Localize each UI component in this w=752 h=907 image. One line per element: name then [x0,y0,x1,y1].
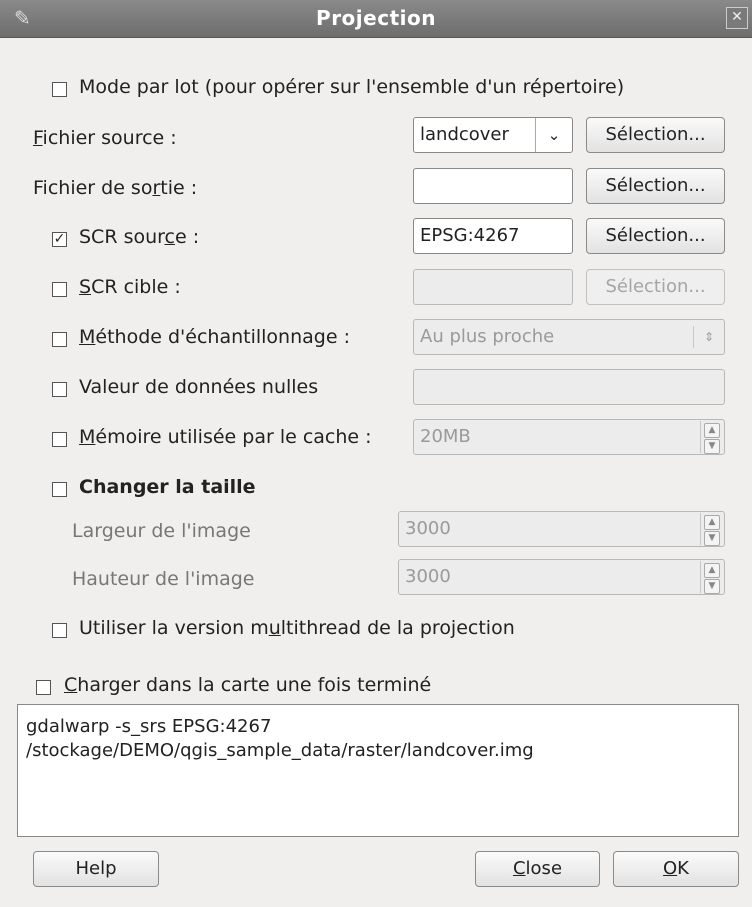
source-file-select-button[interactable]: Sélection... [586,117,725,153]
spin-down-icon[interactable]: ▼ [704,579,720,594]
output-file-input[interactable] [413,168,573,204]
width-value: 3000 [405,518,451,539]
width-spinbox[interactable]: 3000 ▲ ▼ [398,511,725,547]
target-crs-label: SCR cible : [79,276,181,298]
resampling-select[interactable]: Au plus proche ⇕ [413,319,725,355]
chevron-down-icon[interactable]: ⌄ [535,118,572,152]
target-crs-checkbox[interactable] [52,282,67,297]
title-bar: ✎ Projection ✕ [0,0,752,38]
output-file-select-button[interactable]: Sélection... [586,168,725,204]
resize-checkbox[interactable] [52,482,67,497]
spin-up-icon[interactable]: ▲ [704,423,720,438]
batch-mode-checkbox[interactable] [52,82,67,97]
nodata-input[interactable] [413,369,725,405]
target-crs-select-button[interactable]: Sélection... [586,269,725,305]
ok-button[interactable]: OK [613,851,739,887]
help-button[interactable]: Help [33,851,159,887]
nodata-label: Valeur de données nulles [79,376,319,398]
command-textarea[interactable]: gdalwarp -s_srs EPSG:4267 /stockage/DEMO… [17,704,739,837]
command-line-2: /stockage/DEMO/qgis_sample_data/raster/l… [26,740,534,761]
width-label: Largeur de l'image [72,520,251,542]
load-map-checkbox[interactable] [36,680,51,695]
command-line-1: gdalwarp -s_srs EPSG:4267 [26,716,272,737]
target-crs-input[interactable] [413,269,573,305]
resampling-value: Au plus proche [420,326,555,347]
height-value: 3000 [405,566,451,587]
load-map-label: Charger dans la carte une fois terminé [64,674,432,696]
close-button[interactable]: Close [475,851,600,887]
height-spinbox[interactable]: 3000 ▲ ▼ [398,559,725,595]
source-file-value: landcover [420,124,509,145]
multithread-checkbox[interactable] [52,623,67,638]
resize-label: Changer la taille [79,476,256,498]
source-crs-label: SCR source : [79,226,200,248]
height-label: Hauteur de l'image [72,568,255,590]
cache-spin-buttons[interactable]: ▲ ▼ [700,421,723,454]
cache-label: Mémoire utilisée par le cache : [79,426,372,448]
spin-up-icon[interactable]: ▲ [704,515,720,530]
spin-up-icon[interactable]: ▲ [704,563,720,578]
source-file-label: Fichier source : [33,127,177,149]
spin-down-icon[interactable]: ▼ [704,531,720,546]
spin-down-icon[interactable]: ▼ [704,439,720,454]
source-crs-checkbox[interactable]: ✓ [52,232,67,247]
updown-chevron-icon: ⇕ [693,326,724,348]
window-close-icon[interactable]: ✕ [726,7,748,29]
cache-checkbox[interactable] [52,432,67,447]
resampling-checkbox[interactable] [52,332,67,347]
batch-mode-label: Mode par lot (pour opérer sur l'ensemble… [79,76,625,98]
height-spin-buttons[interactable]: ▲ ▼ [700,561,723,594]
source-crs-select-button[interactable]: Sélection... [586,218,725,254]
window-title: Projection [316,6,436,30]
multithread-label: Utiliser la version multithread de la pr… [79,617,515,639]
cache-value: 20MB [420,426,471,447]
cache-spinbox[interactable]: 20MB ▲ ▼ [413,419,725,455]
source-crs-input[interactable]: EPSG:4267 [413,218,573,254]
nodata-checkbox[interactable] [52,382,67,397]
output-file-label: Fichier de sortie : [33,177,198,199]
resampling-label: Méthode d'échantillonnage : [79,326,350,348]
source-file-combo[interactable]: landcover ⌄ [413,117,573,153]
width-spin-buttons[interactable]: ▲ ▼ [700,513,723,546]
